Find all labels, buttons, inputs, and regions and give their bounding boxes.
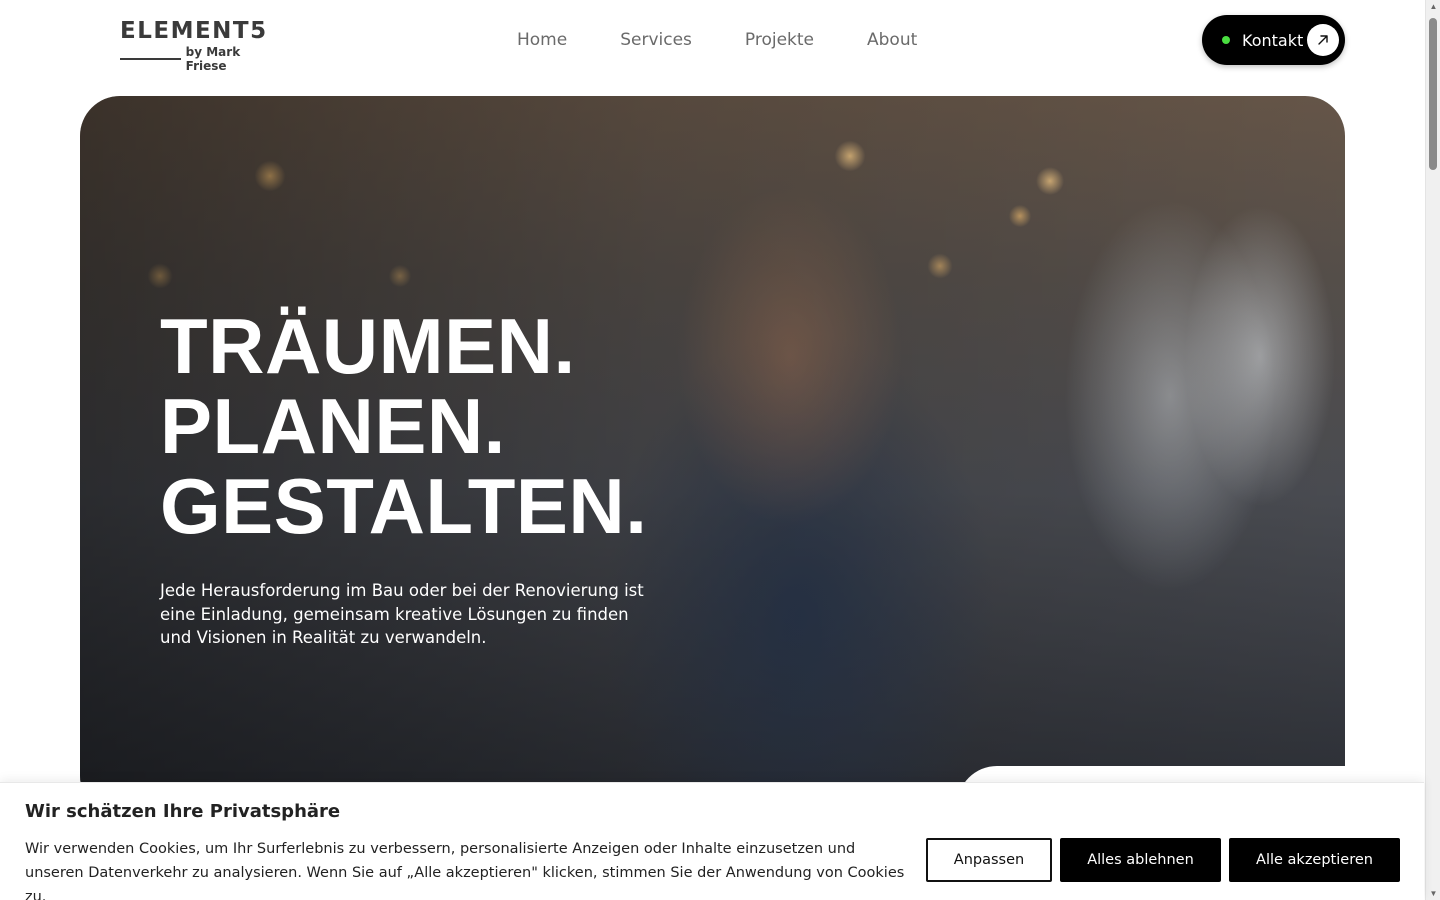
nav-item-about[interactable]: About [867,28,917,52]
scroll-up-arrow-icon[interactable]: ▲ [1429,2,1438,11]
accept-all-cookies-button[interactable]: Alle akzeptieren [1229,838,1400,882]
nav-item-projekte[interactable]: Projekte [745,28,814,52]
customize-cookies-button[interactable]: Anpassen [926,838,1052,882]
logo-underline [120,58,181,60]
scroll-down-arrow-icon[interactable]: ▼ [1429,889,1438,898]
contact-button-label: Kontakt [1242,30,1304,50]
nav-item-services[interactable]: Services [620,28,692,52]
reject-all-cookies-button[interactable]: Alles ablehnen [1060,838,1221,882]
status-dot [1222,36,1230,44]
scrollbar-thumb[interactable] [1429,18,1437,170]
main-nav: Home Services Projekte About [517,28,917,52]
nav-item-home[interactable]: Home [517,28,567,52]
page-scrollbar[interactable]: ▲ ▼ [1425,0,1440,900]
hero-title-line: GESTALTEN. [160,462,648,550]
cookie-banner-title: Wir schätzen Ihre Privatsphäre [25,801,341,822]
cookie-banner: Wir schätzen Ihre Privatsphäre Wir verwe… [0,782,1424,900]
arrow-up-right-icon [1307,24,1339,56]
logo-tagline-row: by Mark Friese [120,45,280,73]
hero-description: Jede Herausforderung im Bau oder bei der… [160,581,644,647]
logo-wordmark: ELEMENT5 [120,18,268,44]
hero-title-line: PLANEN. [160,382,506,470]
logo-tagline: by Mark Friese [185,45,241,73]
hero-section: TRÄUMEN. PLANEN. GESTALTEN. Jede Herausf… [80,96,1345,816]
hero-title: TRÄUMEN. PLANEN. GESTALTEN. [160,306,647,546]
logo[interactable]: ELEMENT5 by Mark Friese [120,18,280,73]
hero-title-line: TRÄUMEN. [160,302,576,390]
cookie-banner-text: Wir verwenden Cookies, um Ihr Surferlebn… [25,841,905,900]
contact-button[interactable]: Kontakt [1202,15,1345,65]
